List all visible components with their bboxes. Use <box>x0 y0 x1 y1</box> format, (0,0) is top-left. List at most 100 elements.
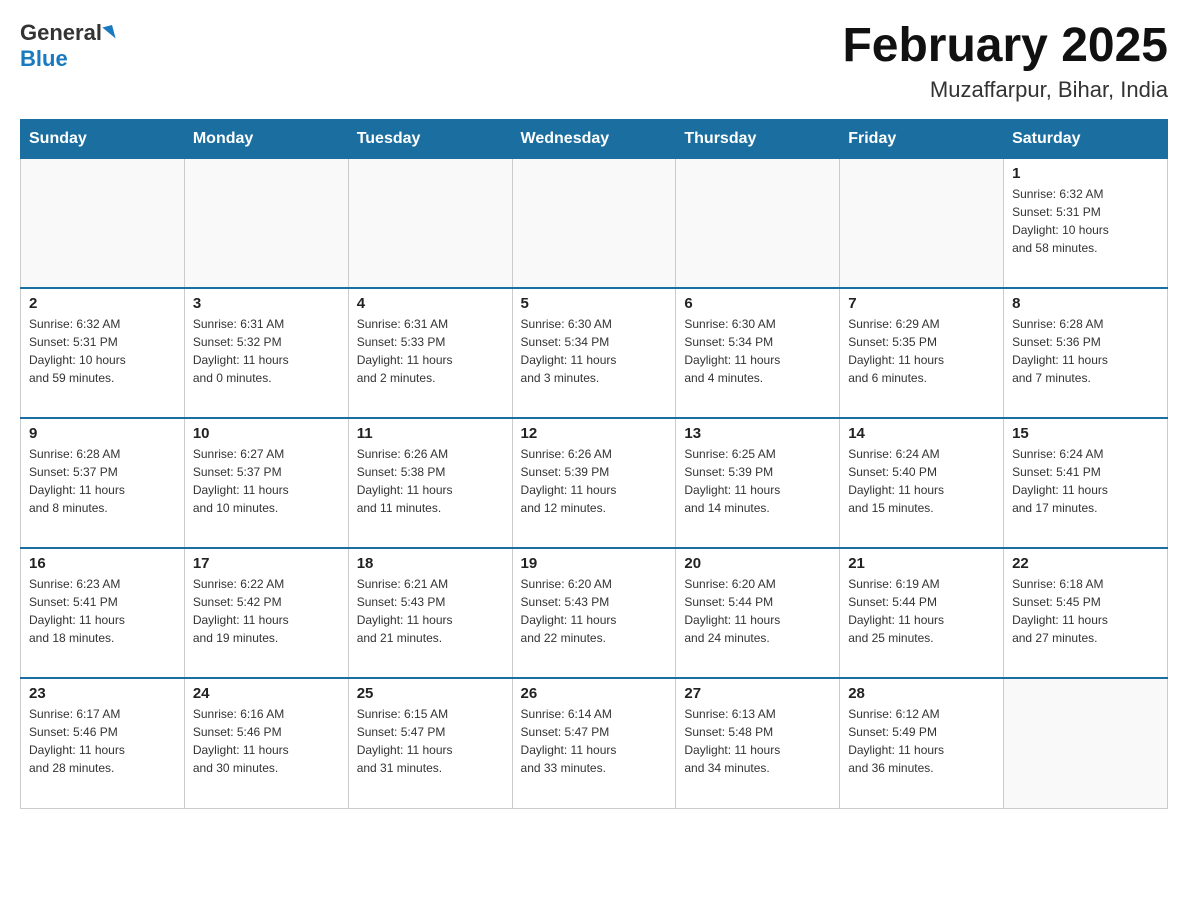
calendar-cell: 9Sunrise: 6:28 AMSunset: 5:37 PMDaylight… <box>21 418 185 548</box>
day-number: 28 <box>848 685 995 702</box>
day-info: Sunrise: 6:22 AMSunset: 5:42 PMDaylight:… <box>193 575 340 647</box>
day-number: 13 <box>684 425 831 442</box>
logo: General Blue <box>20 20 114 72</box>
header-cell-monday: Monday <box>184 119 348 158</box>
header-cell-saturday: Saturday <box>1004 119 1168 158</box>
day-number: 26 <box>521 685 668 702</box>
calendar-cell: 15 Sunrise: 6:24 AMSunset: 5:41 PMDayligh… <box>1004 418 1168 548</box>
day-info: Sunrise: 6:26 AMSunset: 5:38 PMDaylight:… <box>357 445 504 517</box>
calendar-cell: 27 Sunrise: 6:13 AMSunset: 5:48 PMDayligh… <box>676 678 840 808</box>
calendar-cell <box>348 158 512 288</box>
day-info: Sunrise: 6:26 AMSunset: 5:39 PMDaylight:… <box>521 445 668 517</box>
calendar-cell: 4 Sunrise: 6:31 AMSunset: 5:33 PMDaylight… <box>348 288 512 418</box>
week-row-1: 1 Sunrise: 6:32 AMSunset: 5:31 PMDaylight… <box>21 158 1168 288</box>
calendar-cell: 25 Sunrise: 6:15 AMSunset: 5:47 PMDayligh… <box>348 678 512 808</box>
day-info: Sunrise: 6:24 AMSunset: 5:41 PMDaylight:… <box>1012 445 1159 517</box>
day-info: Sunrise: 6:20 AMSunset: 5:43 PMDaylight:… <box>521 575 668 647</box>
calendar-cell: 20Sunrise: 6:20 AMSunset: 5:44 PMDayligh… <box>676 548 840 678</box>
calendar-body: 1 Sunrise: 6:32 AMSunset: 5:31 PMDaylight… <box>21 158 1168 808</box>
day-info: Sunrise: 6:32 AMSunset: 5:31 PMDaylight:… <box>1012 185 1159 257</box>
calendar-cell: 12 Sunrise: 6:26 AMSunset: 5:39 PMDayligh… <box>512 418 676 548</box>
day-info: Sunrise: 6:31 AMSunset: 5:33 PMDaylight:… <box>357 315 504 387</box>
week-row-5: 23 Sunrise: 6:17 AMSunset: 5:46 PMDayligh… <box>21 678 1168 808</box>
day-info: Sunrise: 6:29 AMSunset: 5:35 PMDaylight:… <box>848 315 995 387</box>
day-number: 23 <box>29 685 176 702</box>
logo-blue-text: Blue <box>20 46 68 72</box>
day-number: 24 <box>193 685 340 702</box>
calendar-cell: 19 Sunrise: 6:20 AMSunset: 5:43 PMDayligh… <box>512 548 676 678</box>
calendar-cell: 18 Sunrise: 6:21 AMSunset: 5:43 PMDayligh… <box>348 548 512 678</box>
calendar-cell: 14 Sunrise: 6:24 AMSunset: 5:40 PMDayligh… <box>840 418 1004 548</box>
day-info: Sunrise: 6:32 AMSunset: 5:31 PMDaylight:… <box>29 315 176 387</box>
calendar-cell: 6 Sunrise: 6:30 AMSunset: 5:34 PMDaylight… <box>676 288 840 418</box>
day-info: Sunrise: 6:19 AMSunset: 5:44 PMDaylight:… <box>848 575 995 647</box>
calendar-cell: 23 Sunrise: 6:17 AMSunset: 5:46 PMDayligh… <box>21 678 185 808</box>
day-number: 4 <box>357 295 504 312</box>
calendar-cell: 21 Sunrise: 6:19 AMSunset: 5:44 PMDayligh… <box>840 548 1004 678</box>
calendar-title: February 2025 <box>842 20 1168 73</box>
title-section: February 2025 Muzaffarpur, Bihar, India <box>842 20 1168 103</box>
day-info: Sunrise: 6:23 AMSunset: 5:41 PMDaylight:… <box>29 575 176 647</box>
header-cell-wednesday: Wednesday <box>512 119 676 158</box>
calendar-cell: 28 Sunrise: 6:12 AMSunset: 5:49 PMDayligh… <box>840 678 1004 808</box>
calendar-cell: 16 Sunrise: 6:23 AMSunset: 5:41 PMDayligh… <box>21 548 185 678</box>
day-number: 5 <box>521 295 668 312</box>
header-cell-friday: Friday <box>840 119 1004 158</box>
calendar-cell <box>840 158 1004 288</box>
day-number: 10 <box>193 425 340 442</box>
day-number: 3 <box>193 295 340 312</box>
day-info: Sunrise: 6:30 AMSunset: 5:34 PMDaylight:… <box>684 315 831 387</box>
logo-general-text: General <box>20 20 102 46</box>
day-number: 1 <box>1012 165 1159 182</box>
day-number: 27 <box>684 685 831 702</box>
header-cell-sunday: Sunday <box>21 119 185 158</box>
day-number: 2 <box>29 295 176 312</box>
calendar-header: SundayMondayTuesdayWednesdayThursdayFrid… <box>21 119 1168 158</box>
day-number: 25 <box>357 685 504 702</box>
calendar-cell <box>512 158 676 288</box>
calendar-cell: 2 Sunrise: 6:32 AMSunset: 5:31 PMDaylight… <box>21 288 185 418</box>
header-row: SundayMondayTuesdayWednesdayThursdayFrid… <box>21 119 1168 158</box>
week-row-2: 2 Sunrise: 6:32 AMSunset: 5:31 PMDaylight… <box>21 288 1168 418</box>
day-number: 18 <box>357 555 504 572</box>
day-number: 7 <box>848 295 995 312</box>
calendar-cell <box>184 158 348 288</box>
logo-triangle-icon <box>102 25 115 41</box>
day-info: Sunrise: 6:12 AMSunset: 5:49 PMDaylight:… <box>848 705 995 777</box>
day-info: Sunrise: 6:18 AMSunset: 5:45 PMDaylight:… <box>1012 575 1159 647</box>
day-number: 15 <box>1012 425 1159 442</box>
calendar-cell: 7 Sunrise: 6:29 AMSunset: 5:35 PMDaylight… <box>840 288 1004 418</box>
header-cell-thursday: Thursday <box>676 119 840 158</box>
day-number: 6 <box>684 295 831 312</box>
day-info: Sunrise: 6:16 AMSunset: 5:46 PMDaylight:… <box>193 705 340 777</box>
day-info: Sunrise: 6:28 AMSunset: 5:36 PMDaylight:… <box>1012 315 1159 387</box>
day-number: 21 <box>848 555 995 572</box>
page-header: General Blue February 2025 Muzaffarpur, … <box>20 20 1168 103</box>
calendar-cell: 13Sunrise: 6:25 AMSunset: 5:39 PMDayligh… <box>676 418 840 548</box>
day-info: Sunrise: 6:30 AMSunset: 5:34 PMDaylight:… <box>521 315 668 387</box>
calendar-cell <box>676 158 840 288</box>
day-number: 11 <box>357 425 504 442</box>
week-row-4: 16 Sunrise: 6:23 AMSunset: 5:41 PMDayligh… <box>21 548 1168 678</box>
day-info: Sunrise: 6:15 AMSunset: 5:47 PMDaylight:… <box>357 705 504 777</box>
day-info: Sunrise: 6:27 AMSunset: 5:37 PMDaylight:… <box>193 445 340 517</box>
day-number: 19 <box>521 555 668 572</box>
calendar-cell: 10 Sunrise: 6:27 AMSunset: 5:37 PMDayligh… <box>184 418 348 548</box>
day-info: Sunrise: 6:28 AMSunset: 5:37 PMDaylight:… <box>29 445 176 517</box>
day-info: Sunrise: 6:24 AMSunset: 5:40 PMDaylight:… <box>848 445 995 517</box>
calendar-cell: 17Sunrise: 6:22 AMSunset: 5:42 PMDayligh… <box>184 548 348 678</box>
day-number: 14 <box>848 425 995 442</box>
day-number: 16 <box>29 555 176 572</box>
header-cell-tuesday: Tuesday <box>348 119 512 158</box>
calendar-table: SundayMondayTuesdayWednesdayThursdayFrid… <box>20 119 1168 809</box>
calendar-cell: 26 Sunrise: 6:14 AMSunset: 5:47 PMDayligh… <box>512 678 676 808</box>
day-number: 12 <box>521 425 668 442</box>
calendar-cell: 22Sunrise: 6:18 AMSunset: 5:45 PMDayligh… <box>1004 548 1168 678</box>
day-info: Sunrise: 6:17 AMSunset: 5:46 PMDaylight:… <box>29 705 176 777</box>
calendar-cell <box>1004 678 1168 808</box>
day-info: Sunrise: 6:14 AMSunset: 5:47 PMDaylight:… <box>521 705 668 777</box>
day-info: Sunrise: 6:21 AMSunset: 5:43 PMDaylight:… <box>357 575 504 647</box>
day-number: 20 <box>684 555 831 572</box>
day-info: Sunrise: 6:13 AMSunset: 5:48 PMDaylight:… <box>684 705 831 777</box>
day-number: 8 <box>1012 295 1159 312</box>
